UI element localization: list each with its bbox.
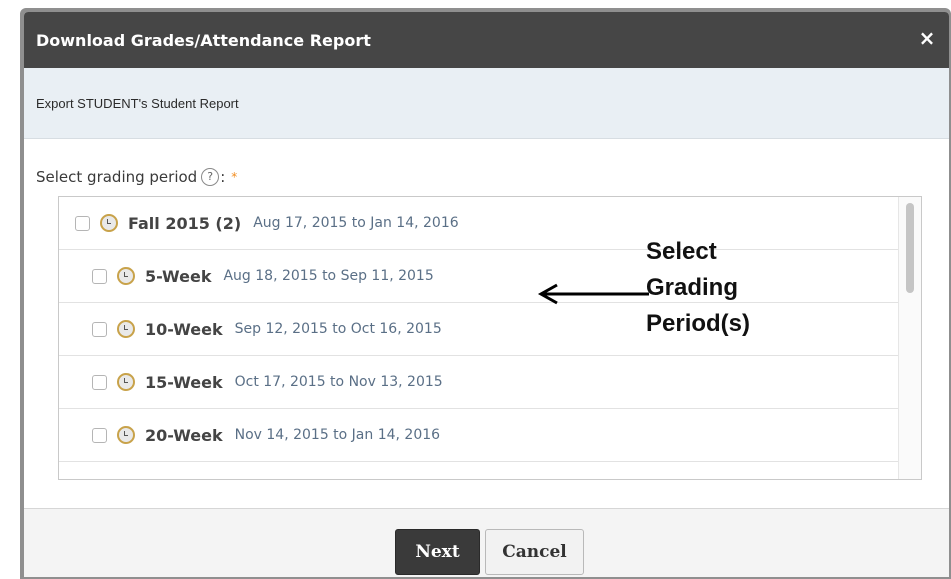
dialog-title: Download Grades/Attendance Report <box>36 30 371 50</box>
period-dates: Aug 17, 2015 to Jan 14, 2016 <box>253 215 459 231</box>
period-name: 15-Week <box>145 372 223 392</box>
dialog-subtitle: Export STUDENT's Student Report <box>36 95 239 111</box>
annotation-arrow-icon <box>537 283 649 305</box>
annotation-line: Grading <box>646 274 739 301</box>
period-checkbox[interactable] <box>92 427 107 443</box>
dialog-footer: Next Cancel <box>24 508 949 577</box>
clock-icon <box>117 373 135 391</box>
annotation-line: Period(s) <box>646 310 751 337</box>
grading-period-list[interactable]: Fall 2015 (2) Aug 17, 2015 to Jan 14, 20… <box>58 196 922 480</box>
clock-icon <box>100 214 118 232</box>
period-name: 5-Week <box>145 266 212 286</box>
period-row[interactable]: 15-Week Oct 17, 2015 to Nov 13, 2015 <box>59 356 913 409</box>
period-checkbox[interactable] <box>92 321 107 337</box>
period-row[interactable]: 5-Week Aug 18, 2015 to Sep 11, 2015 <box>59 250 913 303</box>
period-name: 10-Week <box>145 319 223 339</box>
scrollbar-thumb[interactable] <box>906 203 914 293</box>
dialog-titlebar: Download Grades/Attendance Report × <box>24 12 949 68</box>
close-button[interactable]: × <box>915 26 939 50</box>
period-name: 20-Week <box>145 425 223 445</box>
help-icon[interactable]: ? <box>201 168 220 186</box>
period-dates: Nov 14, 2015 to Jan 14, 2016 <box>234 427 441 443</box>
cancel-button[interactable]: Cancel <box>485 529 584 575</box>
period-row[interactable]: 10-Week Sep 12, 2015 to Oct 16, 2015 <box>59 303 913 356</box>
period-checkbox[interactable] <box>92 268 107 284</box>
period-dates: Sep 12, 2015 to Oct 16, 2015 <box>234 321 442 337</box>
period-name: Fall 2015 (2) <box>128 213 242 233</box>
period-dates: Oct 17, 2015 to Nov 13, 2015 <box>234 374 443 390</box>
period-row-term[interactable]: Fall 2015 (2) Aug 17, 2015 to Jan 14, 20… <box>59 197 913 250</box>
clock-icon <box>117 320 135 338</box>
list-scrollbar[interactable] <box>898 197 921 479</box>
annotation-line: Select <box>646 238 717 265</box>
clock-icon <box>117 426 135 444</box>
annotation-callout: Select Grading Period(s) <box>646 234 750 342</box>
grading-period-label-text: Select grading period <box>36 168 198 186</box>
download-report-dialog: Download Grades/Attendance Report × Expo… <box>24 12 949 577</box>
period-row[interactable]: 20-Week Nov 14, 2015 to Jan 14, 2016 <box>59 409 913 462</box>
dialog-subheader: Export STUDENT's Student Report <box>24 68 949 139</box>
next-button[interactable]: Next <box>395 529 480 575</box>
period-checkbox[interactable] <box>92 374 107 390</box>
period-checkbox[interactable] <box>75 215 90 231</box>
clock-icon <box>117 267 135 285</box>
grading-period-label: Select grading period ? : * <box>36 168 237 186</box>
required-marker: * <box>231 170 238 184</box>
label-colon: : <box>220 168 226 186</box>
period-dates: Aug 18, 2015 to Sep 11, 2015 <box>223 268 434 284</box>
